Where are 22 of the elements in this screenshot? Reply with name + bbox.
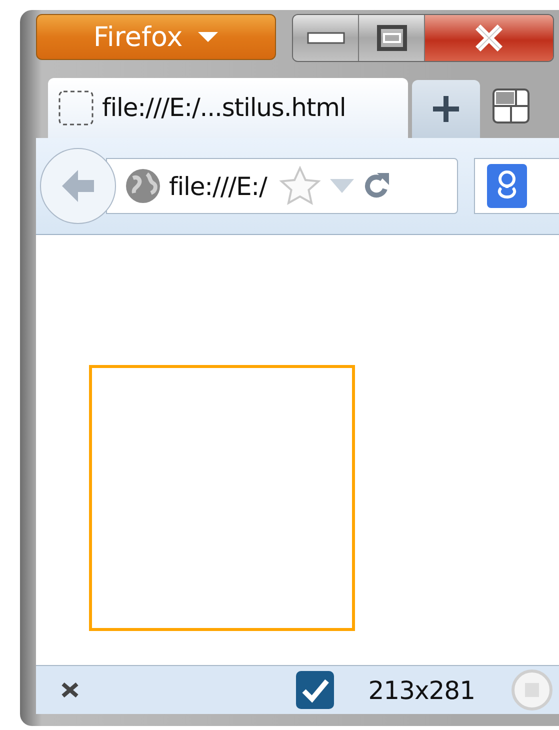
minimize-button[interactable] bbox=[293, 15, 359, 61]
blank-page-icon bbox=[58, 90, 94, 126]
close-button[interactable] bbox=[425, 15, 553, 61]
checkbox[interactable] bbox=[296, 671, 334, 710]
caret-icon bbox=[196, 31, 219, 43]
star-icon[interactable] bbox=[278, 166, 321, 206]
browser-tab[interactable]: file:///E:/...stilus.html bbox=[48, 78, 408, 138]
size-text: 213x281 bbox=[368, 676, 475, 705]
minimize-icon bbox=[306, 32, 344, 44]
search-engine-icon bbox=[487, 164, 527, 208]
maximize-icon bbox=[376, 25, 406, 51]
tab-title: file:///E:/...stilus.html bbox=[102, 93, 346, 122]
globe-icon bbox=[125, 168, 161, 204]
address-field[interactable]: file:///E:/ bbox=[106, 158, 458, 214]
tab-groups-icon[interactable] bbox=[492, 88, 530, 124]
close-icon bbox=[474, 24, 504, 52]
maximize-button[interactable] bbox=[359, 15, 425, 61]
new-tab-button[interactable] bbox=[412, 80, 480, 138]
plus-icon bbox=[432, 94, 460, 123]
close-icon[interactable] bbox=[60, 681, 80, 700]
url-text: file:///E:/ bbox=[169, 172, 267, 201]
search-field[interactable] bbox=[474, 158, 559, 214]
